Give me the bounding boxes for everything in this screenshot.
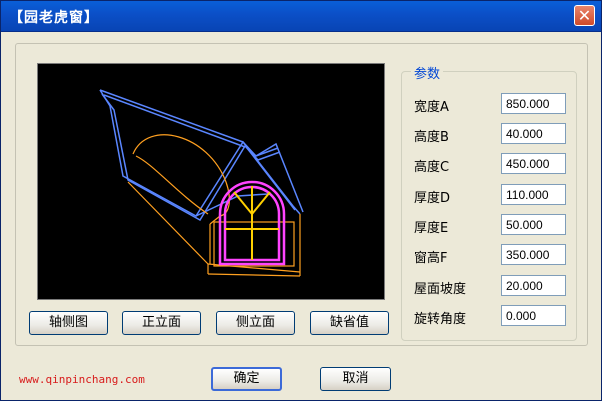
param-input-thickness-d[interactable] [501, 184, 566, 205]
param-input-width-a[interactable] [501, 93, 566, 114]
param-label-thickness-e: 厚度E [414, 221, 449, 236]
axonometric-view-button[interactable]: 轴侧图 [29, 311, 108, 335]
dormer-window-drawing [99, 89, 304, 277]
param-label-window-height-f: 窗高F [414, 251, 448, 266]
param-input-height-b[interactable] [501, 123, 566, 144]
param-input-thickness-e[interactable] [501, 214, 566, 235]
param-label-height-b: 高度B [414, 130, 449, 145]
param-label-rotation-angle: 旋转角度 [414, 312, 467, 327]
front-elevation-button[interactable]: 正立面 [122, 311, 201, 335]
default-values-button[interactable]: 缺省值 [310, 311, 389, 335]
dialog-window: 【园老虎窗】 ✕ 轴侧图 正立面 侧立面 缺省值 参数 宽度A 850.000 … [0, 0, 602, 401]
param-input-roof-slope[interactable] [501, 275, 566, 296]
close-icon: ✕ [577, 6, 592, 25]
side-elevation-button[interactable]: 侧立面 [216, 311, 295, 335]
param-input-window-height-f[interactable] [501, 244, 566, 265]
title-bar[interactable]: 【园老虎窗】 ✕ [1, 1, 601, 32]
param-label-thickness-d: 厚度D [414, 191, 451, 206]
params-group-title: 参数 [411, 63, 444, 82]
param-input-height-c[interactable] [501, 153, 566, 174]
website-url: www.qinpinchang.com [19, 373, 145, 386]
param-label-roof-slope: 屋面坡度 [414, 282, 467, 297]
close-button[interactable]: ✕ [574, 5, 595, 26]
cancel-button[interactable]: 取消 [320, 367, 391, 391]
window-title: 【园老虎窗】 [9, 10, 99, 26]
param-label-width-a: 宽度A [414, 100, 449, 115]
preview-viewport[interactable] [37, 63, 385, 300]
ok-button[interactable]: 确定 [211, 367, 282, 391]
param-input-rotation-angle[interactable] [501, 305, 566, 326]
param-label-height-c: 高度C [414, 160, 450, 175]
